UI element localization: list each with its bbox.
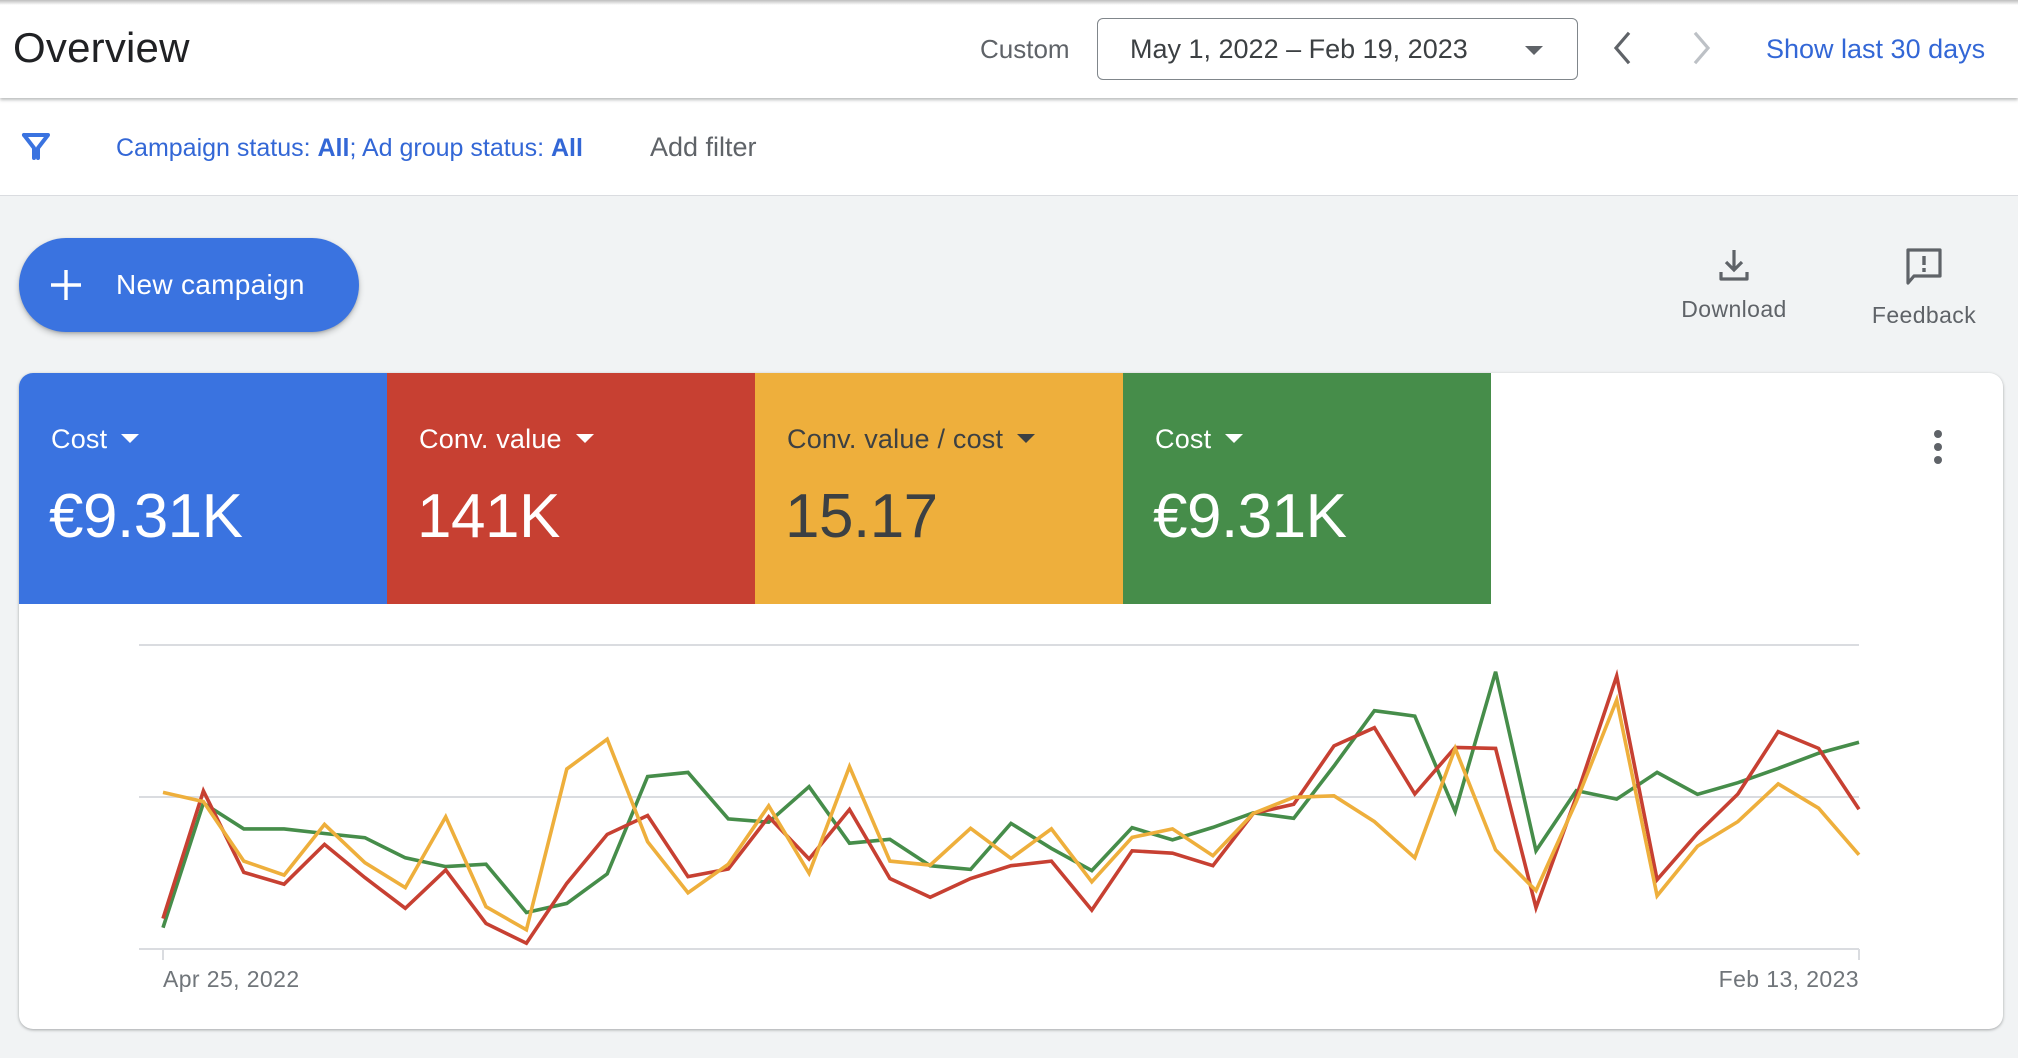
performance-chart: Apr 25, 2022 Feb 13, 2023 [19, 604, 2003, 1029]
more-options-button[interactable] [1923, 425, 1953, 469]
dropdown-caret-icon [1225, 434, 1244, 444]
x-axis-end-label: Feb 13, 2023 [1718, 966, 1859, 992]
page-header: Overview Custom May 1, 2022 – Feb 19, 20… [0, 0, 2018, 98]
active-filters[interactable]: Campaign status: All; Ad group status: A… [116, 134, 583, 163]
scorecard-value: €9.31K [1153, 482, 1347, 551]
page-title: Overview [13, 24, 190, 71]
add-filter-button[interactable]: Add filter [650, 132, 757, 163]
dropdown-caret-icon [1525, 46, 1543, 55]
scorecard-value: 15.17 [785, 482, 938, 551]
chart-svg [139, 644, 1861, 960]
new-campaign-button[interactable]: New campaign [19, 238, 359, 332]
download-label: Download [1681, 296, 1787, 322]
scorecard-metric-name: Cost [1155, 424, 1212, 454]
campaign-status-label: Campaign status: [116, 134, 318, 162]
scorecard-metric-selector[interactable]: Cost [1155, 424, 1244, 455]
series-line-conv-value[interactable] [161, 668, 1861, 946]
dropdown-caret-icon [575, 434, 594, 444]
x-axis-start-label: Apr 25, 2022 [163, 966, 300, 992]
chevron-right-icon [1693, 31, 1711, 65]
new-campaign-label: New campaign [116, 269, 305, 300]
date-range-value: May 1, 2022 – Feb 19, 2023 [1130, 34, 1468, 64]
scorecard-metric-selector[interactable]: Cost [51, 424, 140, 455]
scorecard-metric-name: Conv. value / cost [787, 424, 1004, 454]
dropdown-caret-icon [121, 434, 140, 444]
scorecard-value: €9.31K [49, 482, 243, 551]
feedback-button[interactable]: Feedback [1854, 240, 1994, 330]
scorecard-tile[interactable]: Cost €9.31K [1123, 373, 1491, 604]
ad-group-status-value: All [550, 134, 583, 162]
filter-bar: Campaign status: All; Ad group status: A… [0, 98, 2018, 196]
filter-separator: ; [349, 134, 362, 162]
chevron-left-icon [1613, 31, 1631, 65]
feedback-label: Feedback [1871, 302, 1977, 328]
performance-card: Cost €9.31K Conv. value 141K Conv. value / c… [19, 373, 2003, 1029]
scorecard-tile[interactable]: Cost €9.31K [19, 373, 387, 604]
previous-period-button[interactable] [1602, 26, 1642, 70]
date-range-label: Custom [980, 34, 1070, 64]
scorecard-metric-name: Cost [51, 424, 108, 454]
plus-icon [51, 270, 81, 300]
scorecard-metric-selector[interactable]: Conv. value [419, 424, 594, 455]
scorecard-value: 141K [417, 482, 560, 551]
show-last-30-days-link[interactable]: Show last 30 days [1766, 34, 1985, 65]
download-button[interactable]: Download [1664, 240, 1804, 330]
next-period-button[interactable] [1682, 26, 1722, 70]
scorecard-tile[interactable]: Conv. value 141K [387, 373, 755, 604]
campaign-status-value: All [317, 134, 350, 162]
dropdown-caret-icon [1017, 434, 1036, 444]
scorecard-metric-selector[interactable]: Conv. value / cost [787, 424, 1036, 455]
scorecard-tile[interactable]: Conv. value / cost 15.17 [755, 373, 1123, 604]
filter-icon[interactable] [20, 130, 52, 162]
date-range-picker[interactable]: May 1, 2022 – Feb 19, 2023 [1097, 18, 1578, 80]
ad-group-status-label: Ad group status: [361, 134, 551, 162]
download-icon [1719, 250, 1749, 281]
scorecard-metric-name: Conv. value [419, 424, 562, 454]
more-vert-icon [1934, 430, 1942, 464]
feedback-icon [1906, 248, 1942, 285]
